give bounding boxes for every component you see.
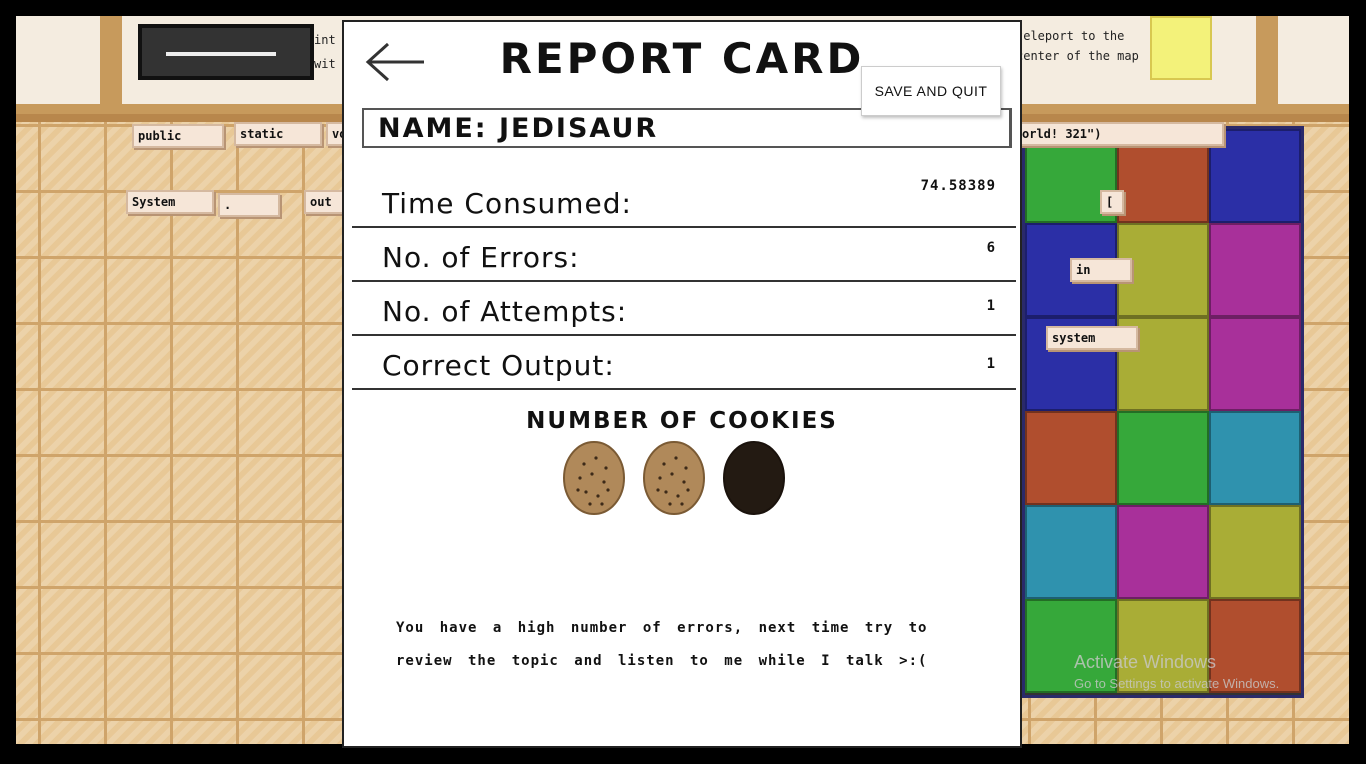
- cookies-title: NUMBER OF COOKIES: [526, 408, 838, 434]
- hint-text-teleport: teleport to the center of the map: [1016, 29, 1139, 63]
- player-name: NAME: JEDISAUR: [378, 113, 659, 144]
- monitor-bar: [166, 52, 276, 56]
- stat-label: Correct Output:: [382, 349, 615, 382]
- cookie-icon: [642, 440, 706, 516]
- puzzle-piece[interactable]: [1025, 411, 1117, 505]
- puzzle-piece[interactable]: [1209, 223, 1301, 317]
- stat-value: 1: [986, 298, 996, 314]
- watermark-subtitle: Go to Settings to activate Windows.: [1074, 676, 1280, 691]
- cookie-empty-icon: [722, 440, 786, 516]
- code-tag-dot[interactable]: .: [218, 193, 280, 217]
- yellow-sticky-note[interactable]: [1150, 16, 1212, 80]
- stat-value: 6: [986, 240, 996, 256]
- stat-attempts: No. of Attempts: 1: [352, 286, 1016, 336]
- stat-time-consumed: Time Consumed: 74.58389: [352, 178, 1016, 228]
- puzzle-board: [1022, 126, 1304, 698]
- stat-divider: [352, 280, 1016, 282]
- puzzle-piece[interactable]: [1025, 505, 1117, 599]
- code-tag-in[interactable]: in: [1070, 258, 1132, 282]
- code-tag-bracket[interactable]: [: [1100, 190, 1124, 214]
- stat-errors: No. of Errors: 6: [352, 232, 1016, 282]
- stat-correct-output: Correct Output: 1: [352, 340, 1016, 390]
- code-tag-system-lower[interactable]: system: [1046, 326, 1138, 350]
- stat-value: 74.58389: [920, 178, 996, 194]
- puzzle-piece[interactable]: [1117, 411, 1209, 505]
- watermark-title: Activate Windows: [1074, 652, 1217, 672]
- puzzle-piece[interactable]: [1209, 505, 1301, 599]
- code-tag-string[interactable]: orld! 321"): [1016, 122, 1224, 146]
- stat-label: No. of Attempts:: [382, 295, 628, 328]
- stat-label: Time Consumed:: [382, 187, 632, 220]
- puzzle-piece[interactable]: [1209, 411, 1301, 505]
- hint-text-left: int wit: [314, 33, 336, 71]
- code-tag-system[interactable]: System: [126, 190, 214, 214]
- stat-divider: [352, 226, 1016, 228]
- stat-divider: [352, 334, 1016, 336]
- puzzle-piece[interactable]: [1117, 505, 1209, 599]
- save-and-quit-button[interactable]: SAVE AND QUIT: [861, 66, 1001, 116]
- stat-value: 1: [986, 356, 996, 372]
- cookie-rating: [562, 440, 792, 520]
- feedback-message: You have a high number of errors, next t…: [396, 620, 928, 669]
- report-card: REPORT CARD NAME: JEDISAUR SAVE AND QUIT…: [342, 20, 1022, 748]
- stat-label: No. of Errors:: [382, 241, 580, 274]
- code-tag-static[interactable]: static: [234, 122, 322, 146]
- monitor-screen[interactable]: [138, 24, 314, 80]
- cookie-icon: [562, 440, 626, 516]
- code-tag-out[interactable]: out: [304, 190, 344, 214]
- code-tag-public[interactable]: public: [132, 124, 224, 148]
- puzzle-piece[interactable]: [1209, 317, 1301, 411]
- shelf-pillar: [100, 16, 122, 104]
- shelf-pillar: [1256, 16, 1278, 104]
- stat-divider: [352, 388, 1016, 390]
